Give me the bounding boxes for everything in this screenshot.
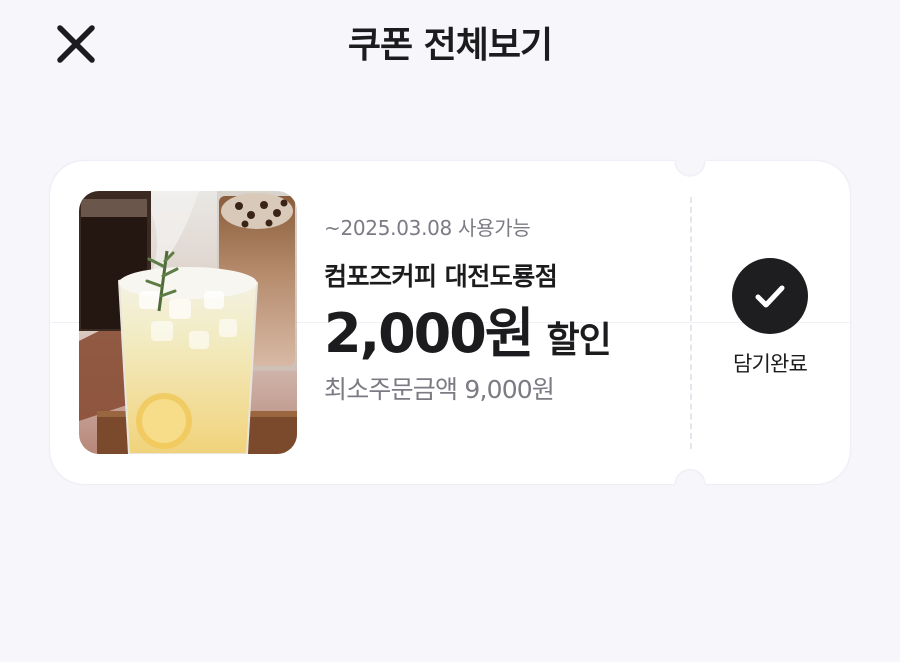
- discount-amount: 2,000원: [324, 302, 534, 365]
- valid-until-text: ~2025.03.08 사용가능: [324, 216, 531, 240]
- check-icon: [755, 285, 785, 307]
- discount-suffix: 할인: [546, 320, 612, 361]
- header: 쿠폰 전체보기: [0, 0, 900, 100]
- product-image: [79, 191, 297, 454]
- min-order-text: 최소주문금액 9,000원: [324, 375, 555, 404]
- coupon-card[interactable]: ~2025.03.08 사용가능 컴포즈커피 대전도룡점 2,000원 할인 최…: [50, 161, 850, 484]
- discount-row: 2,000원 할인: [324, 302, 664, 366]
- claim-status-button[interactable]: 담기완료: [690, 161, 850, 484]
- page-title: 쿠폰 전체보기: [347, 25, 553, 66]
- coupon-info: ~2025.03.08 사용가능 컴포즈커피 대전도룡점 2,000원 할인 최…: [324, 213, 664, 408]
- claim-status-label: 담기완료: [732, 351, 808, 376]
- check-circle: [732, 257, 808, 334]
- store-name: 컴포즈커피 대전도룡점: [324, 262, 558, 291]
